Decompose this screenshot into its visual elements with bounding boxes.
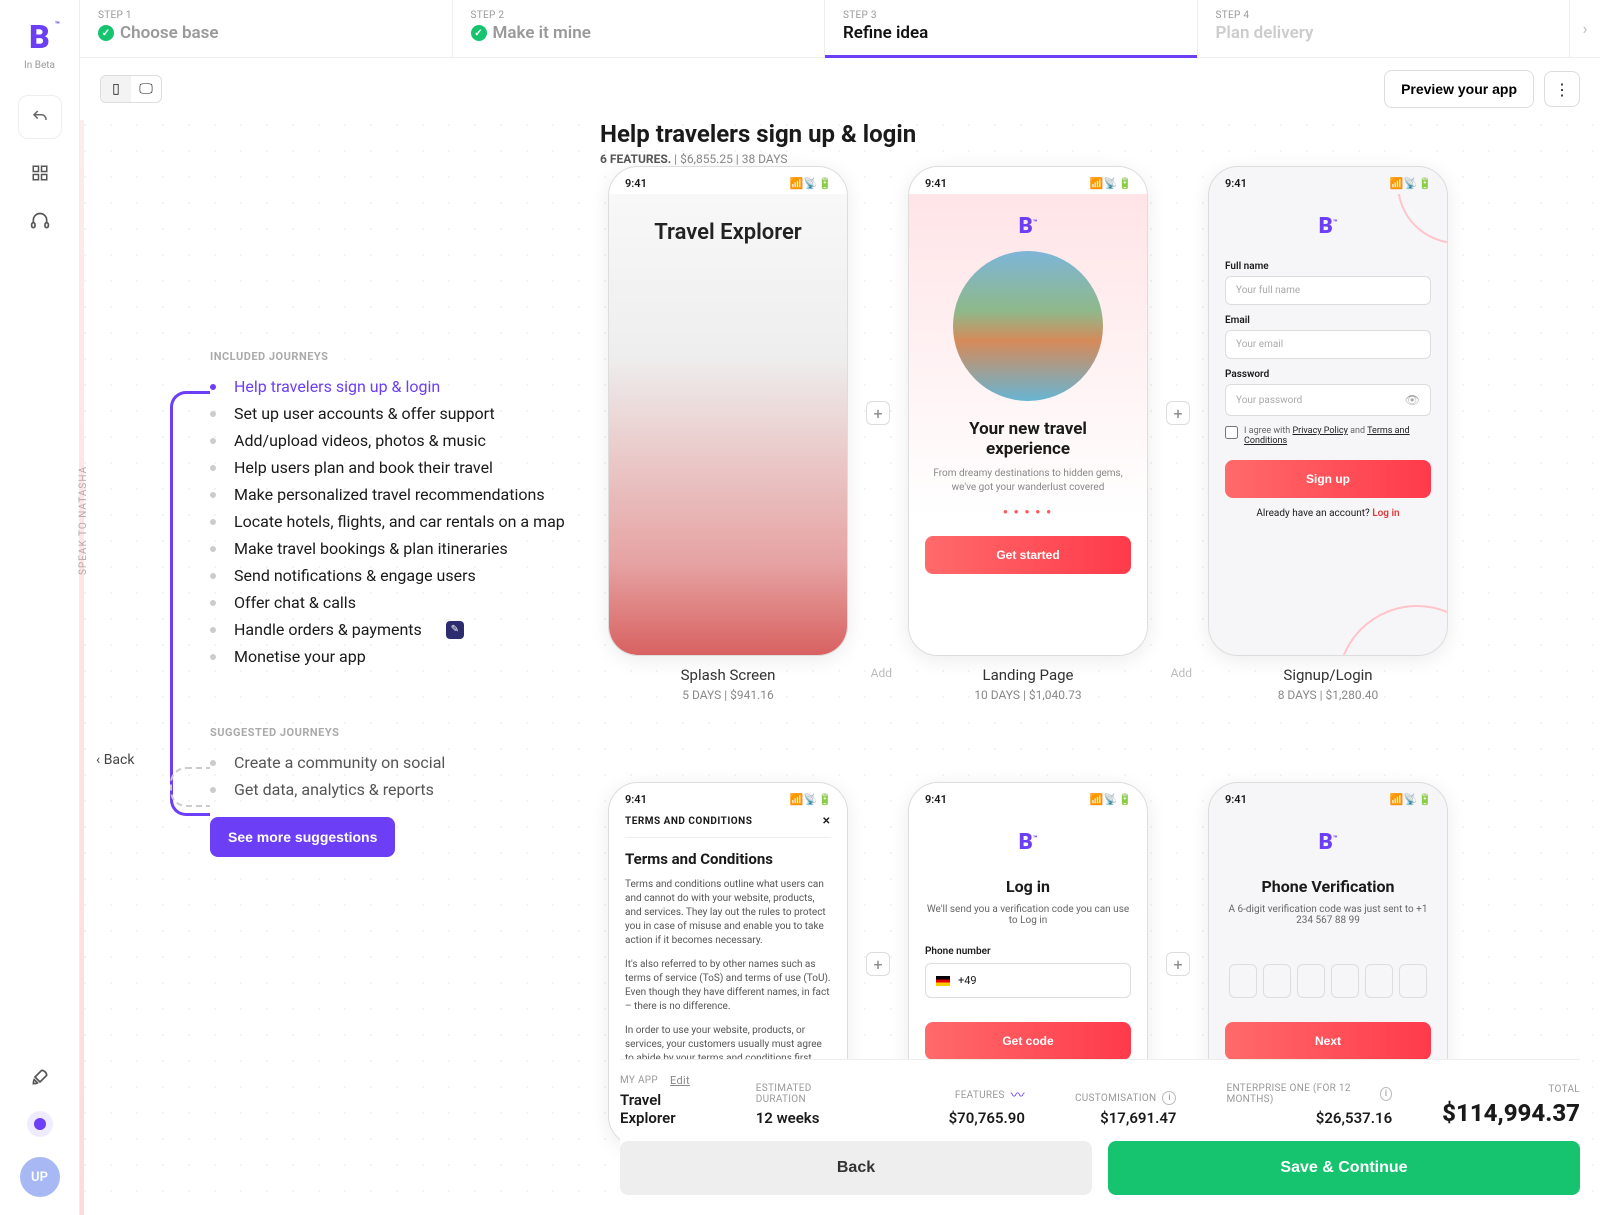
headset-icon[interactable] <box>26 207 54 235</box>
left-sidebar: B™ In Beta UP SPEAK TO NATASHA <box>0 0 80 1215</box>
suggested-journeys-label: SUGGESTED JOURNEYS <box>210 726 610 739</box>
save-continue-button[interactable]: Save & Continue <box>1108 1141 1580 1195</box>
password-input[interactable]: Your password👁 <box>1225 384 1431 416</box>
add-screen-button[interactable]: + <box>1166 401 1190 425</box>
get-code-button[interactable]: Get code <box>925 1022 1131 1060</box>
user-avatar[interactable]: UP <box>20 1157 60 1197</box>
step-2[interactable]: STEP 2 ✓Make it mine <box>453 0 826 57</box>
get-started-button[interactable]: Get started <box>925 536 1131 574</box>
back-link[interactable]: ‹ Back <box>96 752 134 768</box>
total-price: $114,994.37 <box>1442 1099 1580 1127</box>
suggested-item[interactable]: Create a community on social <box>210 753 610 772</box>
agree-checkbox[interactable] <box>1225 426 1238 439</box>
edit-badge-icon[interactable]: ✎ <box>446 621 464 639</box>
canvas: Help travelers sign up & login 6 FEATURE… <box>80 120 1600 1215</box>
journey-item[interactable]: Send notifications & engage users <box>210 566 610 585</box>
journey-bracket <box>170 391 210 816</box>
fullname-input[interactable]: Your full name <box>1225 276 1431 305</box>
rocket-icon[interactable] <box>26 1063 54 1091</box>
flag-icon <box>936 976 950 986</box>
mini-logo: B™ <box>1225 214 1431 239</box>
next-button[interactable]: Next <box>1225 1022 1431 1060</box>
add-link[interactable]: Add <box>871 666 892 680</box>
otp-box[interactable] <box>1297 964 1325 998</box>
mini-logo: B™ <box>1019 214 1038 239</box>
beta-label: In Beta <box>24 60 55 71</box>
add-link[interactable]: Add <box>1171 666 1192 680</box>
mobile-icon[interactable]: ▯ <box>101 76 131 102</box>
splash-title: Travel Explorer <box>609 220 847 245</box>
phone-landing: 9:41📶 📡 🔋 B™ Your new travel experience … <box>908 166 1148 656</box>
check-icon: ✓ <box>471 25 487 41</box>
otp-box[interactable] <box>1399 964 1427 998</box>
journey-item[interactable]: Set up user accounts & offer support <box>210 404 610 423</box>
status-icons: 📶 📡 🔋 <box>789 177 831 190</box>
toolbar: ▯ 🖵 Preview your app ⋮ <box>80 58 1600 120</box>
journey-item[interactable]: Add/upload videos, photos & music <box>210 431 610 450</box>
phone-signup: 9:41📶 📡 🔋 B™ Full name Your full name Em… <box>1208 166 1448 656</box>
journey-item[interactable]: Help travelers sign up & login <box>210 377 610 396</box>
included-journeys-label: INCLUDED JOURNEYS <box>210 350 610 363</box>
add-screen-button[interactable]: + <box>1166 952 1190 976</box>
stepper: STEP 1 ✓Choose base STEP 2 ✓Make it mine… <box>80 0 1600 58</box>
footer-bar: MY APPEdit Travel Explorer ESTIMATED DUR… <box>620 1059 1580 1215</box>
preview-button[interactable]: Preview your app <box>1384 70 1534 108</box>
add-screen-button[interactable]: + <box>866 401 890 425</box>
journey-item[interactable]: Make personalized travel recommendations <box>210 485 610 504</box>
grid-icon[interactable] <box>26 159 54 187</box>
phone-input[interactable]: +49 <box>925 963 1131 998</box>
suggested-bracket <box>170 767 210 807</box>
check-icon: ✓ <box>98 25 114 41</box>
edit-link[interactable]: Edit <box>670 1074 690 1087</box>
phone-caption: Splash Screen <box>608 666 848 684</box>
app-name: Travel Explorer <box>620 1091 706 1127</box>
journey-item[interactable]: Handle orders & payments✎ <box>210 620 610 639</box>
suggested-item[interactable]: Get data, analytics & reports <box>210 780 610 799</box>
info-icon[interactable]: i <box>1380 1087 1392 1101</box>
see-more-button[interactable]: See more suggestions <box>210 817 395 857</box>
journey-item[interactable]: Help users plan and book their travel <box>210 458 610 477</box>
journey-item[interactable]: Locate hotels, flights, and car rentals … <box>210 512 610 531</box>
close-icon[interactable]: ✕ <box>822 816 831 827</box>
otp-box[interactable] <box>1331 964 1359 998</box>
email-input[interactable]: Your email <box>1225 330 1431 359</box>
otp-box[interactable] <box>1229 964 1257 998</box>
splash-image <box>609 194 847 655</box>
otp-box[interactable] <box>1263 964 1291 998</box>
page-meta: 6 FEATURES. | $6,855.25 | 38 DAYS <box>600 152 916 166</box>
otp-inputs <box>1225 964 1431 998</box>
info-icon[interactable]: i <box>1162 1091 1176 1105</box>
journey-item[interactable]: Monetise your app <box>210 647 610 666</box>
back-button[interactable]: Back <box>620 1141 1092 1195</box>
signup-button[interactable]: Sign up <box>1225 460 1431 498</box>
kebab-menu-icon[interactable]: ⋮ <box>1544 71 1580 107</box>
mini-logo: B™ <box>925 830 1131 855</box>
device-toggle: ▯ 🖵 <box>100 75 162 103</box>
eye-icon[interactable]: 👁 <box>1405 393 1420 407</box>
mini-logo: B™ <box>1225 830 1431 855</box>
pager-dots: ● ● ● ● ● <box>1003 507 1053 516</box>
step-3[interactable]: STEP 3 Refine idea <box>825 0 1198 57</box>
wave-icon: 〰 <box>1011 1085 1025 1105</box>
hero-image <box>953 251 1103 401</box>
phone-splash: 9:41📶 📡 🔋 Travel Explorer <box>608 166 848 656</box>
step-4[interactable]: STEP 4 Plan delivery <box>1198 0 1571 57</box>
undo-button[interactable] <box>18 95 62 139</box>
add-screen-button[interactable]: + <box>866 952 890 976</box>
step-1[interactable]: STEP 1 ✓Choose base <box>80 0 453 57</box>
page-title: Help travelers sign up & login <box>600 120 916 148</box>
desktop-icon[interactable]: 🖵 <box>131 76 161 102</box>
chevron-right-icon[interactable]: › <box>1570 0 1600 57</box>
journey-item[interactable]: Make travel bookings & plan itineraries <box>210 539 610 558</box>
otp-box[interactable] <box>1365 964 1393 998</box>
journey-item[interactable]: Offer chat & calls <box>210 593 610 612</box>
login-link[interactable]: Log in <box>1372 508 1399 519</box>
logo: B™ <box>29 18 50 56</box>
status-dot[interactable] <box>27 1111 53 1137</box>
